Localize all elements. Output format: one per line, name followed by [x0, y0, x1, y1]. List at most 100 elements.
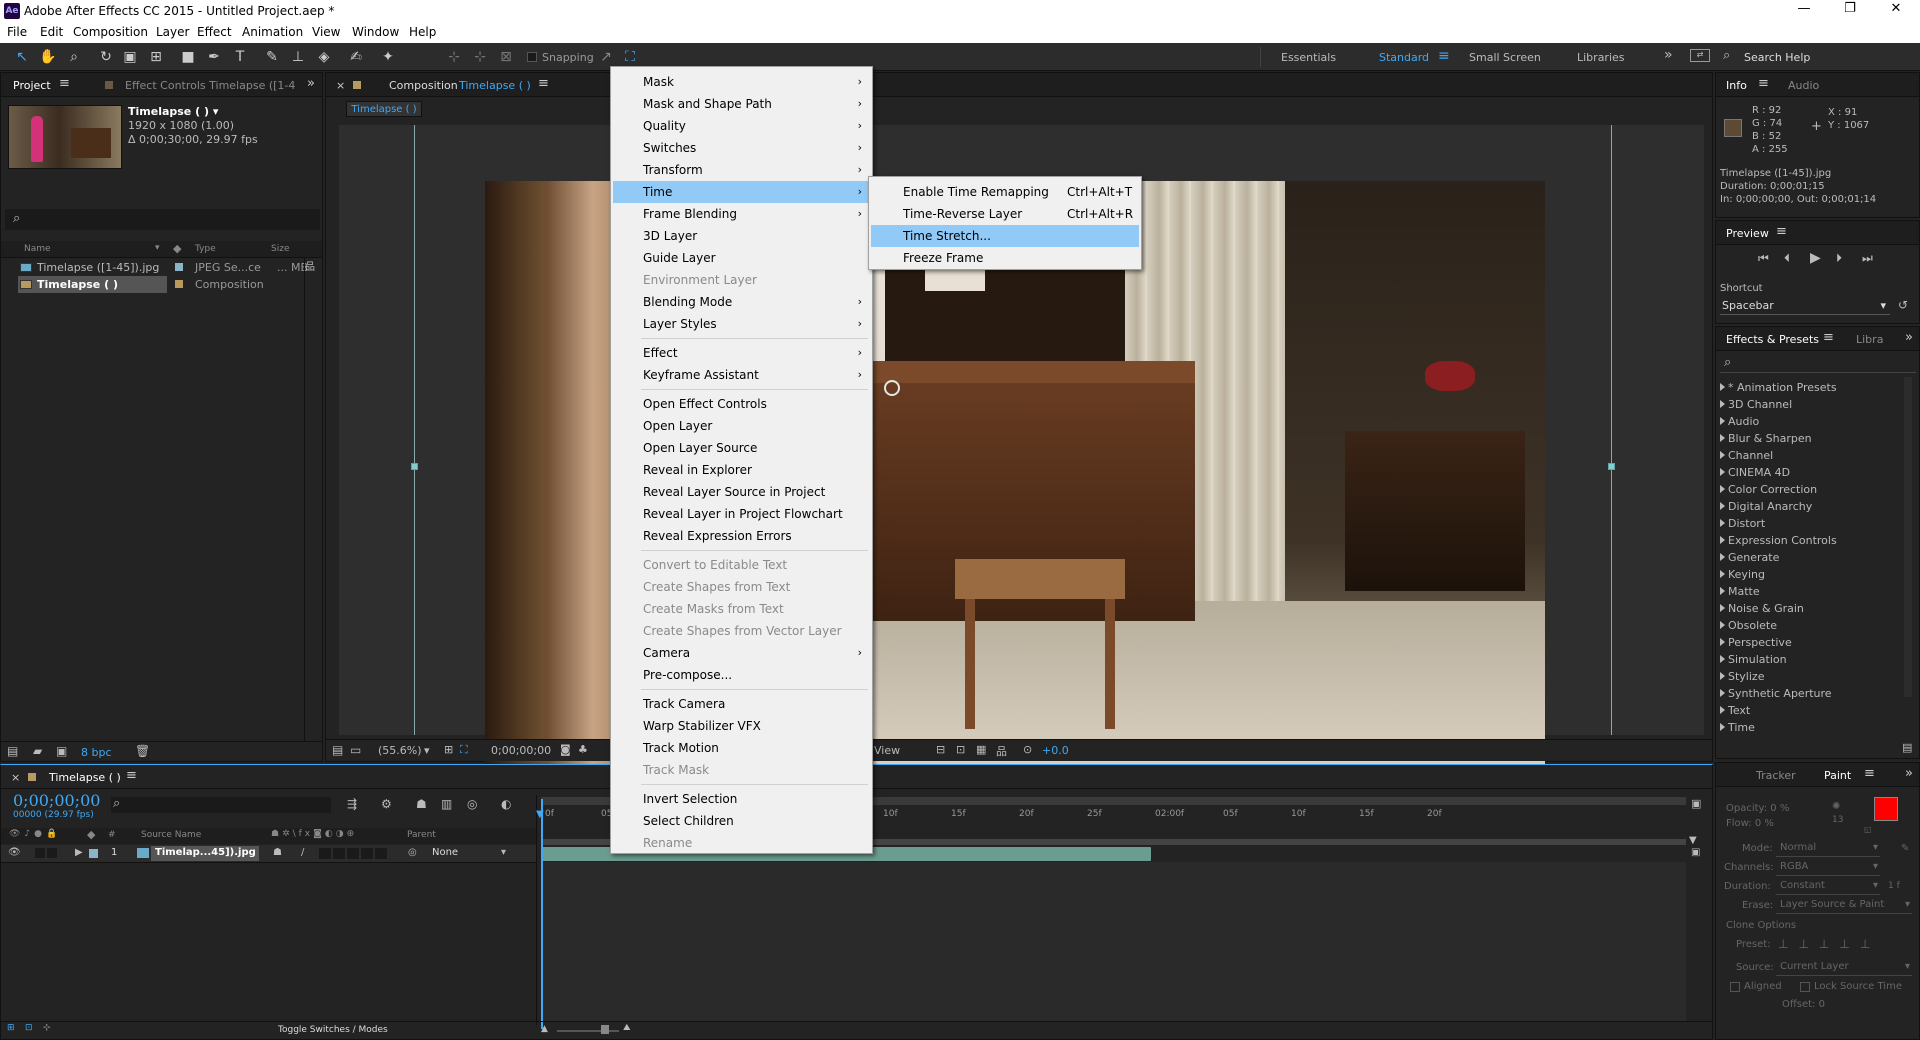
more-workspaces-icon[interactable]: »	[1664, 47, 1673, 63]
expand-triangle-icon[interactable]: ▶	[75, 847, 83, 858]
layer-row[interactable]: 👁 ▶ 1 Timelap...45]).jpg ☗ / ◎ None ▾	[1, 845, 536, 863]
workspace-standard[interactable]: Standard	[1379, 51, 1429, 64]
context-menu-item-track-motion[interactable]: Track Motion	[613, 737, 870, 759]
label-swatch[interactable]	[175, 263, 183, 271]
context-menu-item-quality[interactable]: Quality ›	[613, 115, 870, 137]
panel-overflow-icon[interactable]: »	[1905, 766, 1913, 781]
fast-preview-icon[interactable]: ⊡	[956, 743, 965, 756]
region-icon[interactable]: ▭	[350, 743, 361, 757]
swap-colors-icon[interactable]: ◱	[1864, 825, 1872, 834]
workspace-small-screen[interactable]: Small Screen	[1469, 51, 1541, 64]
effects-category-digital-anarchy[interactable]: Digital Anarchy	[1720, 498, 1905, 515]
col-parent[interactable]: Parent	[407, 830, 436, 840]
comp-marker-icon[interactable]: ▣	[1691, 797, 1701, 810]
axis-local-icon[interactable]: ⊹	[444, 47, 464, 67]
magnification-dropdown[interactable]: (55.6%)	[378, 744, 422, 757]
context-menu-item-layer-styles[interactable]: Layer Styles ›	[613, 313, 870, 335]
pen-tool-icon[interactable]: ✒	[204, 47, 224, 67]
context-menu-item-mask-and-shape-path[interactable]: Mask and Shape Path ›	[613, 93, 870, 115]
effects-category-perspective[interactable]: Perspective	[1720, 634, 1905, 651]
roto-brush-tool-icon[interactable]: ✍	[346, 47, 366, 67]
quality-switch-icon[interactable]: /	[301, 847, 304, 858]
bit-depth-button[interactable]: 8 bpc	[81, 746, 112, 759]
next-frame-icon[interactable]: ⏵	[1836, 251, 1842, 266]
layer-handle-right[interactable]	[1608, 463, 1615, 470]
brush-tip-icon[interactable]: ✺	[1832, 801, 1840, 812]
tab-effect-controls[interactable]: Effect Controls Timelapse ([1-4	[125, 79, 295, 92]
panel-menu-icon[interactable]: ≡	[59, 76, 70, 91]
layer-label-swatch[interactable]	[89, 849, 98, 858]
paint-flow[interactable]: Flow: 0 %	[1726, 818, 1774, 829]
brush-tool-icon[interactable]: ✎	[262, 47, 282, 67]
workspace-menu-icon[interactable]: ≡	[1438, 48, 1450, 64]
snap-features-icon[interactable]: ⛶	[620, 47, 640, 67]
tab-libraries[interactable]: Libra	[1856, 333, 1883, 346]
menu-effect[interactable]: Effect	[197, 25, 232, 39]
hand-tool-icon[interactable]: ✋	[38, 47, 58, 67]
sync-settings-icon[interactable]: ⇄	[1690, 49, 1710, 62]
project-search-input[interactable]: ⌕	[5, 209, 320, 230]
panel-menu-icon[interactable]: ≡	[1823, 330, 1834, 345]
panel-menu-icon[interactable]: ≡	[1776, 224, 1787, 239]
effects-category-obsolete[interactable]: Obsolete	[1720, 617, 1905, 634]
composition-tab-name[interactable]: Timelapse ( )	[459, 79, 531, 92]
context-menu-item-transform[interactable]: Transform ›	[613, 159, 870, 181]
erase-dropdown[interactable]: Layer Source & Paint ▾	[1776, 899, 1912, 914]
close-tab-icon[interactable]: ×	[336, 79, 345, 92]
layer-handle-left[interactable]	[411, 463, 418, 470]
previous-frame-icon[interactable]: ⏴	[1784, 251, 1790, 266]
context-menu-item-invert-selection[interactable]: Invert Selection	[613, 788, 870, 810]
minimize-icon[interactable]: —	[1784, 1, 1824, 16]
toggle-pixel-icon[interactable]: ⊟	[936, 743, 945, 756]
new-item-icon[interactable]: ▤	[1902, 741, 1912, 754]
draft-3d-icon[interactable]: ⚙	[381, 797, 392, 811]
project-item-name[interactable]: Timelapse ( ) ▾	[128, 105, 218, 118]
effects-search-input[interactable]: ⌕	[1720, 355, 1916, 373]
effects-category-time[interactable]: Time	[1720, 719, 1905, 736]
context-menu-item-mask[interactable]: Mask ›	[613, 71, 870, 93]
context-menu-item-frame-blending[interactable]: Frame Blending ›	[613, 203, 870, 225]
tab-effects-presets[interactable]: Effects & Presets	[1726, 333, 1819, 346]
effects-category-stylize[interactable]: Stylize	[1720, 668, 1905, 685]
menu-view[interactable]: View	[312, 25, 340, 39]
chevron-down-icon[interactable]: ▾	[424, 744, 430, 757]
project-row-footage[interactable]: Timelapse ([1-45]).jpg JPEG Se...ce ... …	[1, 259, 322, 276]
always-preview-icon[interactable]: ▤	[332, 743, 343, 757]
col-source-name[interactable]: Source Name	[141, 830, 201, 840]
shy-switch-icon[interactable]: ☗	[273, 847, 282, 858]
label-swatch[interactable]	[175, 280, 183, 288]
pick-whip-icon[interactable]: ◎	[408, 847, 417, 858]
shortcut-dropdown[interactable]: Spacebar ▾	[1720, 297, 1890, 315]
snap-edges-icon[interactable]: ↗	[596, 47, 616, 67]
new-folder-icon[interactable]: ▰	[33, 744, 42, 758]
trash-icon[interactable]: 🗑	[135, 744, 150, 758]
camera-tool-icon[interactable]: ▣	[120, 47, 140, 67]
context-menu-item-camera[interactable]: Camera ›	[613, 642, 870, 664]
eraser-tool-icon[interactable]: ◈	[314, 47, 334, 67]
parent-dropdown[interactable]: None	[432, 847, 458, 858]
shy-layers-icon[interactable]: ☗	[416, 797, 427, 811]
reset-icon[interactable]: ↺	[1898, 298, 1908, 312]
axis-view-icon[interactable]: ⊠	[496, 47, 516, 67]
context-menu-item-reveal-in-explorer[interactable]: Reveal in Explorer	[613, 459, 870, 481]
composition-tab-prefix[interactable]: Composition	[389, 79, 458, 92]
context-menu-item-keyframe-assistant[interactable]: Keyframe Assistant ›	[613, 364, 870, 386]
panel-overflow-icon[interactable]: »	[1905, 330, 1913, 345]
transparency-grid-icon[interactable]: ▦	[976, 743, 986, 756]
exposure-value[interactable]: +0.0	[1042, 744, 1069, 757]
foreground-color[interactable]	[1874, 797, 1898, 821]
context-menu-item-warp-stabilizer-vfx[interactable]: Warp Stabilizer VFX	[613, 715, 870, 737]
flowchart-icon[interactable]: 品	[996, 743, 1007, 759]
channels-dropdown[interactable]: RGBA ▾	[1776, 861, 1880, 876]
tab-paint[interactable]: Paint	[1824, 769, 1851, 782]
workspace-libraries[interactable]: Libraries	[1577, 51, 1625, 64]
panel-menu-icon[interactable]: ≡	[1864, 766, 1875, 781]
grid-icon[interactable]: ⊞	[444, 743, 453, 756]
color-channel-icon[interactable]: ♣	[578, 743, 588, 756]
menu-composition[interactable]: Composition	[73, 25, 148, 39]
frame-blending-icon[interactable]: ▥	[441, 797, 452, 811]
effects-category-keying[interactable]: Keying	[1720, 566, 1905, 583]
tab-timeline[interactable]: Timelapse ( )	[49, 771, 121, 784]
panel-menu-icon[interactable]: ≡	[126, 768, 137, 783]
context-menu-item-select-children[interactable]: Select Children	[613, 810, 870, 832]
